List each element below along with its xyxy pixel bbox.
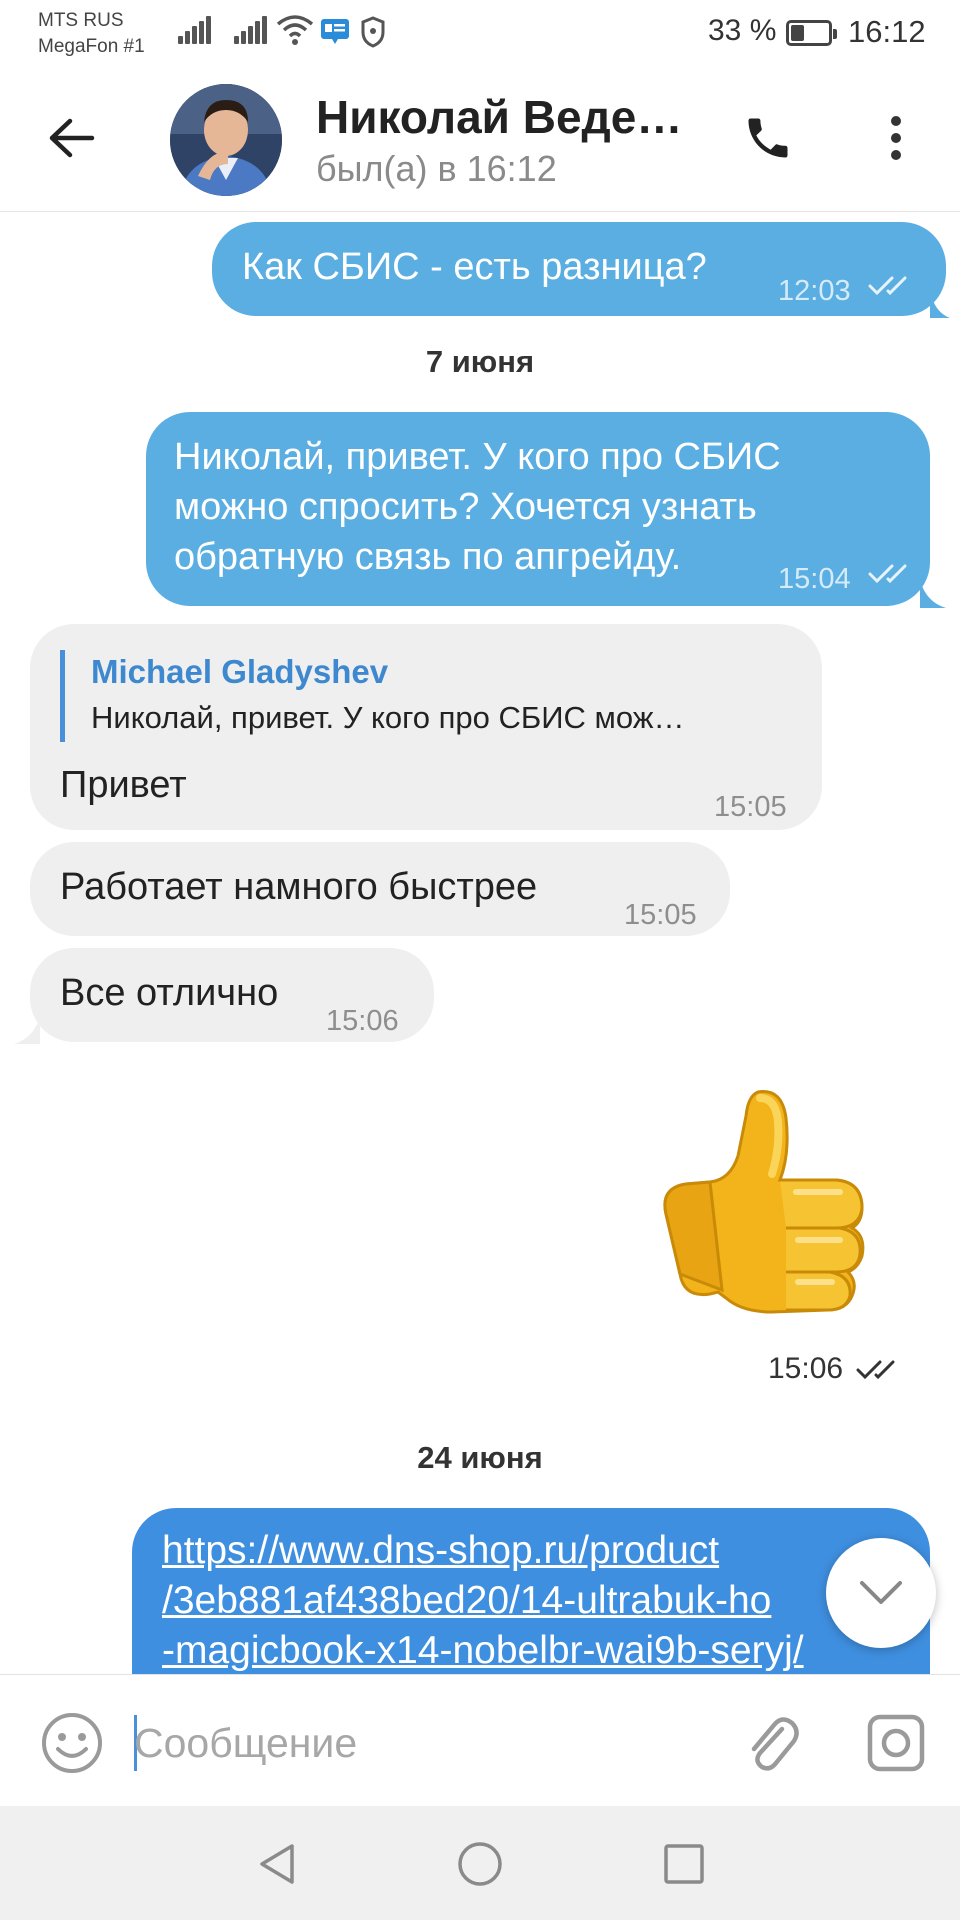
message-line: обратную связь по апгрейду.: [174, 536, 682, 578]
message-bubble-incoming[interactable]: Работает намного быстрее 15:05: [30, 842, 730, 936]
bubble-tail: [14, 1016, 40, 1044]
scroll-to-bottom-button[interactable]: [826, 1538, 936, 1648]
shield-icon: [361, 16, 385, 48]
emoji-icon[interactable]: [40, 1711, 104, 1775]
carrier-1: MTS RUS: [38, 10, 124, 31]
nav-back-button[interactable]: [248, 1836, 304, 1892]
paperclip-icon[interactable]: [738, 1711, 802, 1775]
thumbs-up-sticker: [663, 1090, 865, 1314]
reply-author: Michael Gladyshev: [91, 653, 389, 690]
chat-header: Николай Веде… был(а) в 16:12: [0, 66, 960, 212]
reply-quote[interactable]: Michael Gladyshev Николай, привет. У ког…: [60, 650, 684, 742]
date-separator: 24 июня: [417, 1440, 543, 1475]
date-separator: 7 июня: [425, 344, 535, 379]
contact-photo: [170, 84, 282, 196]
message-link[interactable]: https://www.dns-shop.ru/product /3eb881a…: [162, 1526, 804, 1674]
battery-fill: [791, 25, 805, 41]
contact-name[interactable]: Николай Веде…: [316, 90, 682, 144]
message-bubble-outgoing[interactable]: https://www.dns-shop.ru/product /3eb881a…: [132, 1508, 930, 1674]
message-bubble-outgoing[interactable]: Как СБИС - есть разница? 12:03: [212, 222, 946, 316]
more-vertical-icon: [891, 116, 901, 160]
link-line[interactable]: -magicbook-x14-nobelbr-wai9b-seryj/: [162, 1626, 804, 1674]
carrier-labels: MTS RUS MegaFon #1: [38, 8, 145, 60]
nav-recents-button[interactable]: [656, 1836, 712, 1892]
sticker-message[interactable]: [640, 1084, 890, 1334]
message-time: 15:04: [778, 563, 851, 595]
system-navigation-bar: [0, 1806, 960, 1920]
status-bar: MTS RUS MegaFon #1 33 % 16:12: [0, 0, 960, 66]
back-button[interactable]: [44, 110, 100, 166]
signal-icon-2: [234, 16, 268, 44]
wifi-icon: [276, 15, 314, 45]
bubble-tail: [920, 580, 946, 608]
message-list[interactable]: Как СБИС - есть разница? 12:03 7 июня Ни…: [0, 212, 960, 1674]
contact-last-seen: был(а) в 16:12: [316, 148, 557, 189]
call-button[interactable]: [738, 108, 798, 168]
camera-icon[interactable]: [864, 1711, 928, 1775]
triangle-back-icon: [260, 1844, 294, 1884]
notification-card-icon: [321, 19, 349, 44]
battery-percent: 33 %: [708, 14, 777, 47]
link-line[interactable]: /3eb881af438bed20/14-ultrabuk-ho: [162, 1576, 804, 1626]
phone-icon: [748, 118, 788, 158]
avatar[interactable]: [170, 84, 282, 196]
sticker-time: 15:06: [768, 1352, 844, 1385]
bubble-tail: [930, 290, 950, 318]
battery-icon: [786, 20, 837, 46]
chevron-down-icon: [860, 1581, 902, 1604]
message-text: Как СБИС - есть разница?: [242, 246, 707, 288]
double-check-icon: [868, 276, 907, 296]
message-time: 15:06: [326, 1005, 399, 1037]
message-text: Николай, привет. У кого про СБИС можно с…: [174, 432, 781, 582]
status-time: 16:12: [848, 14, 926, 49]
circle-home-icon: [458, 1842, 502, 1886]
message-line: Николай, привет. У кого про СБИС: [174, 436, 781, 478]
message-time: 12:03: [778, 275, 851, 307]
more-options-button[interactable]: [866, 108, 926, 168]
reply-text: Николай, привет. У кого про СБИС мож…: [91, 700, 685, 735]
message-text: Привет: [60, 764, 187, 806]
message-text: Все отлично: [60, 972, 279, 1014]
message-time: 15:05: [624, 899, 697, 931]
message-bubble-incoming[interactable]: Все отлично 15:06: [30, 948, 434, 1042]
link-line[interactable]: https://www.dns-shop.ru/product: [162, 1526, 804, 1576]
signal-icon: [178, 16, 212, 44]
message-bubble-outgoing[interactable]: Николай, привет. У кого про СБИС можно с…: [146, 412, 930, 606]
message-line: можно спросить? Хочется узнать: [174, 486, 757, 528]
double-check-icon: [868, 564, 907, 584]
nav-home-button[interactable]: [452, 1836, 508, 1892]
double-check-icon: [856, 1360, 895, 1380]
carrier-2: MegaFon #1: [38, 36, 145, 57]
arrow-left-icon: [49, 118, 95, 158]
message-text: Работает намного быстрее: [60, 866, 538, 908]
square-recents-icon: [664, 1844, 704, 1884]
message-input[interactable]: Сообщение: [134, 1715, 357, 1771]
message-time: 15:05: [714, 791, 787, 823]
message-input-bar: Сообщение: [0, 1674, 960, 1806]
message-bubble-incoming[interactable]: Michael Gladyshev Николай, привет. У ког…: [30, 624, 822, 830]
